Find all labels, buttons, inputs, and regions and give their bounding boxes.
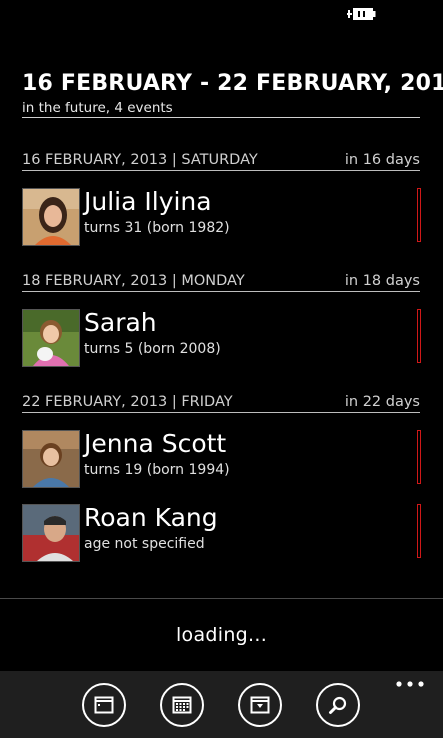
status-bar bbox=[0, 0, 443, 28]
event-person-name: Sarah bbox=[84, 308, 157, 337]
date-section-header: 22 FEBRUARY, 2013 | FRIDAY in 22 days bbox=[22, 392, 420, 413]
avatar bbox=[22, 504, 80, 562]
avatar bbox=[22, 430, 80, 488]
event-marker bbox=[417, 430, 421, 484]
footer-divider bbox=[0, 598, 443, 599]
calendar-icon bbox=[172, 696, 192, 714]
download-box-icon bbox=[250, 696, 270, 714]
avatar bbox=[22, 309, 80, 367]
app-bar bbox=[0, 671, 443, 738]
section-date: 18 FEBRUARY, 2013 | MONDAY bbox=[22, 273, 245, 289]
window-icon bbox=[94, 696, 114, 714]
date-section-header: 16 FEBRUARY, 2013 | SATURDAY in 16 days bbox=[22, 150, 420, 171]
section-date: 16 FEBRUARY, 2013 | SATURDAY bbox=[22, 152, 258, 168]
event-detail: turns 5 (born 2008) bbox=[84, 341, 221, 357]
page-title: 16 FEBRUARY - 22 FEBRUARY, 2013 bbox=[22, 71, 443, 96]
event-person-name: Julia Ilyina bbox=[84, 187, 212, 216]
event-marker bbox=[417, 188, 421, 242]
event-detail: turns 31 (born 1982) bbox=[84, 220, 230, 236]
section-relative-time: in 16 days bbox=[344, 152, 420, 168]
section-relative-time: in 22 days bbox=[344, 394, 420, 410]
loading-indicator: loading... bbox=[175, 624, 268, 646]
event-detail: turns 19 (born 1994) bbox=[84, 462, 230, 478]
header-divider bbox=[22, 117, 420, 118]
avatar bbox=[22, 188, 80, 246]
page-subtitle: in the future, 4 events bbox=[22, 100, 173, 116]
event-marker bbox=[417, 309, 421, 363]
event-person-name: Jenna Scott bbox=[84, 429, 227, 458]
event-person-name: Roan Kang bbox=[84, 503, 218, 532]
more-options-icon[interactable] bbox=[394, 677, 426, 691]
section-date: 22 FEBRUARY, 2013 | FRIDAY bbox=[22, 394, 233, 410]
battery-charging-icon bbox=[347, 8, 376, 20]
event-item[interactable]: Jenna Scott turns 19 (born 1994) bbox=[22, 429, 421, 488]
window-button[interactable] bbox=[82, 683, 126, 727]
page-header: 16 FEBRUARY - 22 FEBRUARY, 2013 in the f… bbox=[22, 70, 443, 117]
event-item[interactable]: Sarah turns 5 (born 2008) bbox=[22, 308, 421, 367]
calendar-button[interactable] bbox=[160, 683, 204, 727]
event-item[interactable]: Roan Kang age not specified bbox=[22, 503, 421, 562]
event-detail: age not specified bbox=[84, 536, 205, 552]
event-item[interactable]: Julia Ilyina turns 31 (born 1982) bbox=[22, 187, 421, 246]
download-box-button[interactable] bbox=[238, 683, 282, 727]
section-relative-time: in 18 days bbox=[344, 273, 420, 289]
event-marker bbox=[417, 504, 421, 558]
search-button[interactable] bbox=[316, 683, 360, 727]
date-section-header: 18 FEBRUARY, 2013 | MONDAY in 18 days bbox=[22, 271, 420, 292]
search-icon bbox=[329, 696, 347, 714]
